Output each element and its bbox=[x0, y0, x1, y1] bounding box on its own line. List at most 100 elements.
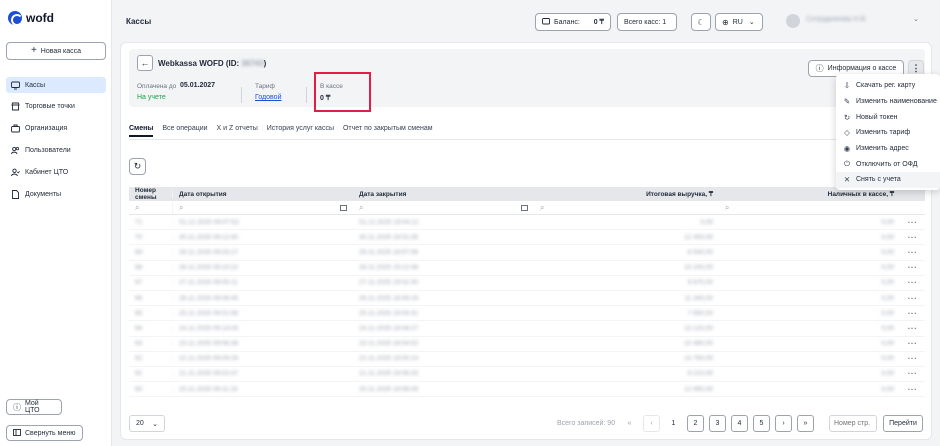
cell-open-date: 23.11.2025 09:06:36 bbox=[172, 340, 353, 348]
filter-total-revenue[interactable]: ⌕ bbox=[534, 202, 719, 214]
sidebar-item-polzovateli[interactable]: Пользователи bbox=[6, 142, 106, 158]
next-page-button[interactable]: › bbox=[775, 415, 792, 432]
tariff-link[interactable]: Годовой bbox=[255, 94, 281, 101]
table-row[interactable]: 63 23.11.2025 09:06:36 23.11.2025 18:54:52… bbox=[129, 337, 925, 352]
row-actions-icon[interactable]: ··· bbox=[900, 263, 925, 272]
table-row[interactable]: 64 24.11.2025 09:14:03 24.11.2025 19:08:27… bbox=[129, 321, 925, 337]
more-actions-menu: ⇩ Скачать рег. карту ✎ Изменить наименован… bbox=[836, 74, 940, 190]
cell-cash-in-register: 0,00 bbox=[881, 294, 894, 302]
balance-widget[interactable]: Баланс: 0 ₸ bbox=[535, 13, 611, 31]
menu-item-disconnect-ofd[interactable]: ⏻ Отключить от ОФД bbox=[836, 156, 940, 172]
table-row[interactable]: 70 30.11.2025 09:12:40 30.11.2025 19:01:35… bbox=[129, 230, 925, 246]
column-total-revenue[interactable]: Итоговая выручка, ₸ bbox=[534, 190, 719, 198]
row-actions-icon[interactable]: ··· bbox=[900, 309, 925, 318]
table-row[interactable]: 60 20.11.2025 09:11:15 20.11.2025 18:58:09… bbox=[129, 382, 925, 398]
table-row[interactable]: 67 27.11.2025 09:05:11 27.11.2025 19:02:30… bbox=[129, 276, 925, 291]
page-1-button[interactable]: 1 bbox=[665, 415, 682, 432]
menu-item-download-card[interactable]: ⇩ Скачать рег. карту bbox=[836, 78, 940, 94]
wallet-icon bbox=[542, 17, 550, 27]
column-open-date[interactable]: Дата открытия bbox=[172, 190, 353, 198]
menu-item-change-tariff[interactable]: ◇ Изменить тариф bbox=[836, 125, 940, 141]
chevron-left-icon: ‹ bbox=[650, 420, 653, 427]
filter-shift-number[interactable]: ⌕ bbox=[129, 202, 172, 214]
row-actions-icon[interactable]: ··· bbox=[900, 233, 925, 242]
tabs: Смены Все операции X и Z отчеты История … bbox=[129, 125, 433, 137]
table-row[interactable]: 65 25.11.2025 09:01:58 25.11.2025 19:05:41… bbox=[129, 306, 925, 322]
refresh-icon: ↻ bbox=[133, 161, 142, 171]
theme-toggle-button[interactable]: ☾ bbox=[691, 13, 711, 31]
new-cash-register-button[interactable]: + Новая касса bbox=[6, 42, 106, 60]
calendar-icon[interactable] bbox=[521, 204, 528, 211]
page-5-button[interactable]: 5 bbox=[753, 415, 770, 432]
sidebar-item-dokumenty[interactable]: Документы bbox=[6, 186, 106, 202]
row-actions-icon[interactable]: ··· bbox=[900, 339, 925, 348]
table-row[interactable]: 69 29.11.2025 09:03:17 29.11.2025 18:57:06… bbox=[129, 245, 925, 261]
language-select[interactable]: ⊕ RU ⌄ bbox=[715, 13, 763, 31]
filter-cash-in-register[interactable]: ⌕ bbox=[719, 202, 900, 214]
page-number-input[interactable] bbox=[829, 415, 877, 432]
search-icon: ⌕ bbox=[179, 202, 184, 212]
collapse-menu-button[interactable]: Свернуть меню bbox=[6, 425, 83, 441]
row-actions-icon[interactable]: ··· bbox=[900, 369, 925, 378]
page-size-select[interactable]: 20 ⌄ bbox=[129, 415, 165, 432]
row-actions-icon[interactable]: ··· bbox=[900, 324, 925, 333]
cell-open-date: 27.11.2025 09:05:11 bbox=[172, 279, 353, 287]
menu-item-rename[interactable]: ✎ Изменить наименование bbox=[836, 94, 940, 110]
page-3-button[interactable]: 3 bbox=[709, 415, 726, 432]
prev-page-button[interactable]: ‹ bbox=[643, 415, 660, 432]
user-menu-chevron-icon[interactable]: ⌄ bbox=[913, 15, 919, 23]
cell-shift-number: 71 bbox=[135, 218, 143, 226]
table-row[interactable]: 68 28.11.2025 09:10:22 28.11.2025 19:12:48… bbox=[129, 261, 925, 276]
table-row[interactable]: 62 22.11.2025 09:09:29 22.11.2025 19:00:14… bbox=[129, 352, 925, 367]
row-actions-icon[interactable]: ··· bbox=[900, 218, 925, 227]
chevron-down-icon: ⌄ bbox=[748, 19, 755, 26]
arrow-left-icon: ← bbox=[140, 58, 150, 68]
cell-shift-number: 66 bbox=[135, 294, 143, 302]
go-to-page-button[interactable]: Перейти bbox=[883, 415, 923, 432]
cell-cash-in-register: 0,00 bbox=[881, 279, 894, 287]
row-actions-icon[interactable]: ··· bbox=[900, 385, 925, 394]
sidebar-item-torgovye-tochki[interactable]: Торговые точки bbox=[6, 98, 106, 114]
row-actions-icon[interactable]: ··· bbox=[900, 354, 925, 363]
table-row[interactable]: 71 01.12.2025 09:07:53 01.12.2025 19:04:12… bbox=[129, 215, 925, 231]
sidebar-item-kassy[interactable]: Кассы bbox=[6, 77, 106, 93]
refresh-button[interactable]: ↻ bbox=[129, 158, 146, 175]
column-shift-number[interactable]: Номер смены bbox=[129, 187, 172, 201]
sidebar-item-kabinet-cto[interactable]: Кабинет ЦТО bbox=[6, 164, 106, 180]
tab-otchet-zakrytye-smeny[interactable]: Отчет по закрытым сменам bbox=[343, 125, 433, 137]
tab-smeny[interactable]: Смены bbox=[129, 125, 154, 137]
tab-xz-otchety[interactable]: X и Z отчеты bbox=[217, 125, 258, 137]
cell-shift-number: 68 bbox=[135, 264, 143, 272]
sidebar-item-organizaciya[interactable]: Организация bbox=[6, 120, 106, 136]
tab-istoriya-uslug[interactable]: История услуг кассы bbox=[267, 125, 334, 137]
table-row[interactable]: 61 21.11.2025 09:02:47 21.11.2025 19:06:33… bbox=[129, 367, 925, 383]
row-actions-icon[interactable]: ··· bbox=[900, 278, 925, 287]
filter-open-date[interactable]: ⌕ bbox=[172, 201, 353, 214]
row-actions-icon[interactable]: ··· bbox=[900, 248, 925, 257]
chevron-down-icon: ⌄ bbox=[152, 420, 158, 428]
my-cto-button[interactable]: ⓘ Мой ЦТО bbox=[6, 399, 62, 415]
page-2-button[interactable]: 2 bbox=[687, 415, 704, 432]
tariff-label: Тариф bbox=[255, 83, 275, 90]
cell-open-date: 01.12.2025 09:07:53 bbox=[172, 218, 353, 226]
menu-item-deregister[interactable]: ✕ Снять с учета bbox=[836, 172, 940, 188]
table-row[interactable]: 66 26.11.2025 09:08:45 26.11.2025 18:59:19… bbox=[129, 291, 925, 307]
row-actions-icon[interactable]: ··· bbox=[900, 294, 925, 303]
more-vertical-icon: ⋮ bbox=[911, 63, 921, 73]
cell-open-date: 26.11.2025 09:08:45 bbox=[172, 294, 353, 302]
filter-close-date[interactable]: ⌕ bbox=[353, 202, 534, 214]
menu-item-change-address[interactable]: ◉ Изменить адрес bbox=[836, 141, 940, 157]
calendar-icon[interactable] bbox=[340, 204, 347, 211]
column-close-date[interactable]: Дата закрытия bbox=[353, 191, 534, 198]
logo[interactable]: wofd bbox=[8, 11, 54, 26]
last-page-button[interactable]: » bbox=[797, 415, 814, 432]
menu-item-new-token[interactable]: ↻ Новый токен bbox=[836, 109, 940, 125]
column-cash-in-register[interactable]: Наличных в кассе, ₸ bbox=[719, 190, 900, 198]
cell-shift-number: 61 bbox=[135, 370, 143, 378]
back-button[interactable]: ← bbox=[137, 55, 153, 71]
first-page-button[interactable]: « bbox=[621, 415, 638, 432]
tab-vse-operacii[interactable]: Все операции bbox=[162, 125, 207, 137]
page-4-button[interactable]: 4 bbox=[731, 415, 748, 432]
user-avatar[interactable] bbox=[786, 14, 800, 28]
pencil-icon: ✎ bbox=[843, 97, 851, 107]
